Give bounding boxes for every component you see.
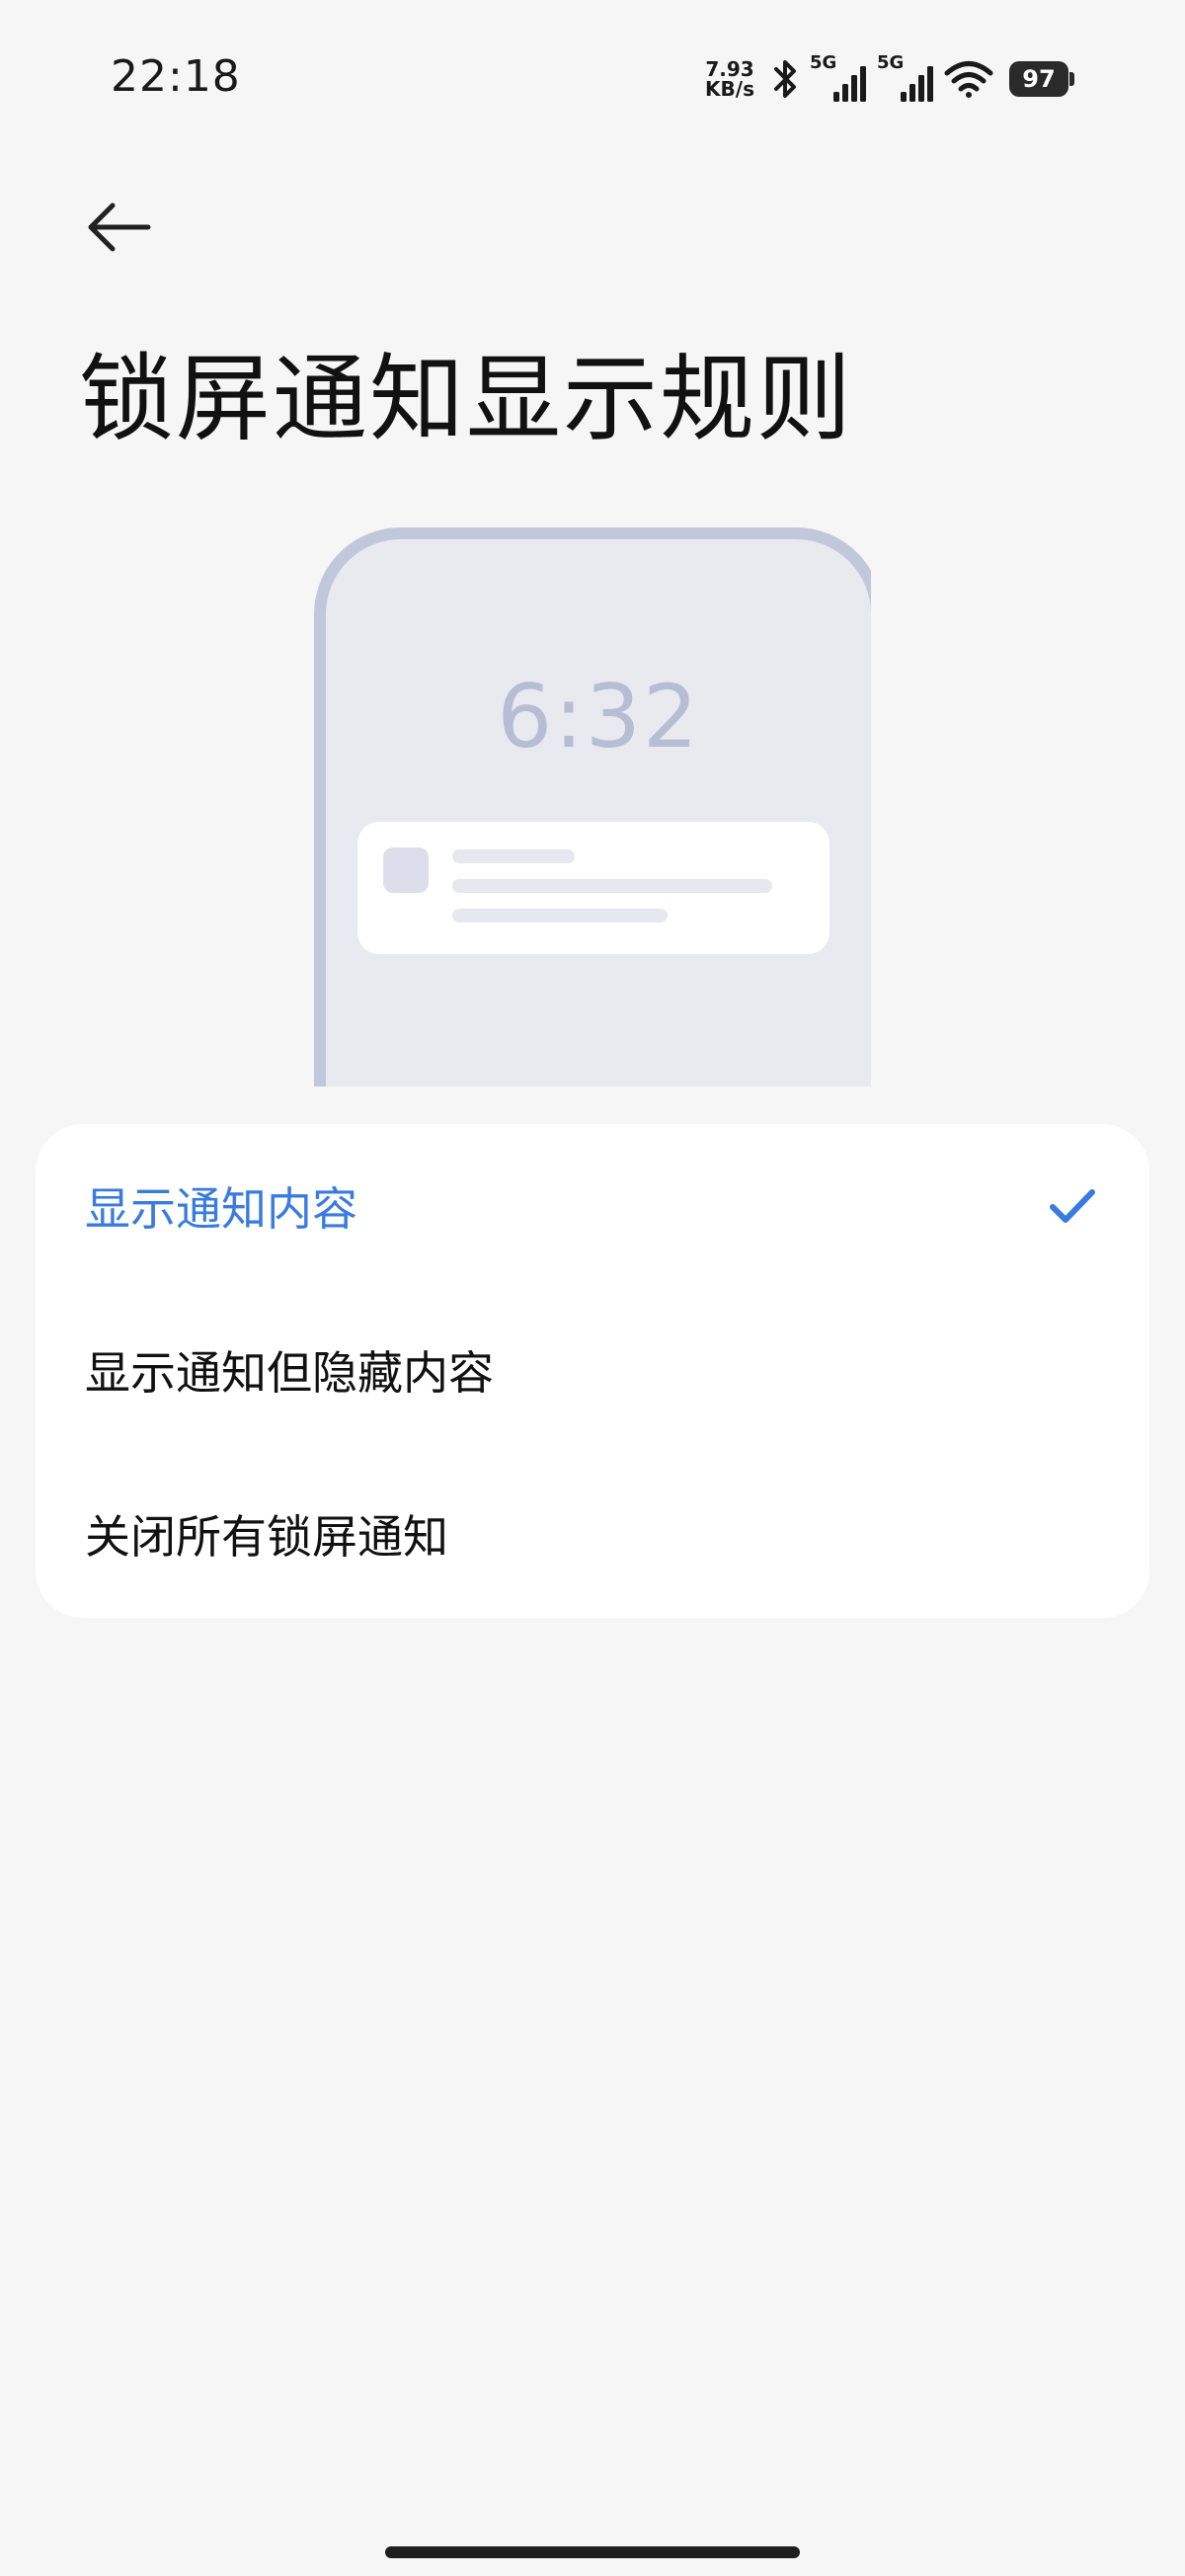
- checkmark-icon: [1047, 1180, 1098, 1232]
- page-title: 锁屏通知显示规则: [79, 344, 853, 454]
- preview-notification-card: [357, 822, 830, 954]
- battery-level: 97: [1009, 61, 1068, 97]
- network-speed-value: 7.93: [705, 57, 754, 81]
- wifi-icon: [944, 60, 993, 98]
- bluetooth-icon: [770, 58, 800, 100]
- option-label: 关闭所有锁屏通知: [85, 1510, 448, 1564]
- lockscreen-preview-illustration: 6:32: [314, 527, 871, 1087]
- signal-icon: 5G: [877, 52, 934, 102]
- option-turn-off-notifications[interactable]: 关闭所有锁屏通知: [36, 1452, 1149, 1616]
- phone-frame: [314, 527, 871, 1087]
- signal-icon: 5G: [810, 52, 867, 102]
- preview-placeholder-line: [452, 909, 668, 923]
- battery-icon: 97: [1009, 61, 1074, 97]
- back-button[interactable]: [79, 188, 158, 267]
- status-icons: 7.93 KB/s 5G 5G 97: [705, 52, 1074, 103]
- status-bar: 22:18 7.93 KB/s 5G 5G 97: [0, 0, 1185, 158]
- option-label: 显示通知但隐藏内容: [85, 1346, 494, 1400]
- network-speed-unit: KB/s: [705, 77, 754, 101]
- preview-app-icon: [383, 847, 429, 893]
- preview-clock: 6:32: [497, 666, 700, 767]
- status-time: 22:18: [111, 51, 241, 102]
- network-speed: 7.93 KB/s: [705, 59, 754, 99]
- option-label: 显示通知内容: [85, 1182, 357, 1236]
- option-hide-content[interactable]: 显示通知但隐藏内容: [36, 1288, 1149, 1452]
- display-rule-options: 显示通知内容 显示通知但隐藏内容 关闭所有锁屏通知: [36, 1124, 1149, 1618]
- home-indicator[interactable]: [385, 2546, 800, 2558]
- preview-placeholder-line: [452, 879, 772, 893]
- option-show-content[interactable]: 显示通知内容: [36, 1124, 1149, 1288]
- back-arrow-icon: [88, 202, 151, 252]
- preview-placeholder-line: [452, 849, 575, 863]
